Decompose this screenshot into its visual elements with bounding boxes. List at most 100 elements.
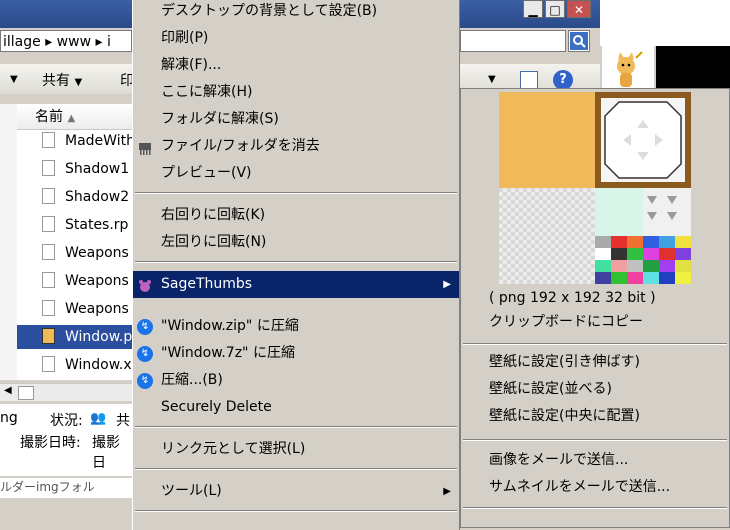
chevron-down-icon: ▼ bbox=[74, 77, 83, 88]
menu-item-label: Securely Delete bbox=[161, 399, 272, 415]
sagethumbs-item[interactable]: SageThumbs ▶ bbox=[133, 271, 459, 298]
zip-compress-icon: ↯ bbox=[137, 373, 153, 389]
zip-compress-icon: ↯ bbox=[137, 346, 153, 362]
file-name: Window.p bbox=[65, 329, 132, 345]
menu-item-label: 解凍(F)... bbox=[161, 57, 222, 73]
menu-separator bbox=[135, 192, 457, 194]
minimize-button[interactable]: ▁ bbox=[523, 0, 543, 18]
file-row[interactable]: Shadow2 bbox=[17, 185, 132, 209]
menu-item-label: ここに解凍(H) bbox=[161, 84, 253, 100]
menu-item-label: フォルダに解凍(S) bbox=[161, 111, 279, 127]
mail-thumbnail-item[interactable]: サムネイルをメールで送信... bbox=[461, 474, 729, 501]
extract-files-item[interactable]: 解凍(F)... bbox=[133, 52, 459, 79]
details-pane: ng 状況: 👥 共 撮影日時: 撮影日 bbox=[0, 404, 132, 476]
file-icon bbox=[42, 356, 55, 372]
menu-item-label: 印刷(P) bbox=[161, 30, 209, 46]
menu-item-label: "Window.7z" に圧縮 bbox=[161, 345, 295, 361]
file-icon bbox=[42, 132, 55, 148]
menu-item-label: ファイル/フォルダを消去 bbox=[161, 138, 320, 154]
preview-pane-icon[interactable] bbox=[520, 71, 538, 89]
sort-asc-icon: ▲ bbox=[67, 113, 76, 124]
help-icon[interactable]: ? bbox=[553, 70, 573, 90]
file-icon bbox=[42, 216, 55, 232]
wallpaper-tile-item[interactable]: 壁紙に設定(並べる) bbox=[461, 376, 729, 403]
views-dropdown-icon[interactable]: ▼ bbox=[488, 70, 496, 86]
rotate-clockwise-item[interactable]: 右回りに回転(K) bbox=[133, 202, 459, 229]
wallpaper-center-item[interactable]: 壁紙に設定(中央に配置) bbox=[461, 403, 729, 430]
submenu-arrow-icon: ▶ bbox=[443, 486, 451, 497]
preview-item[interactable]: プレビュー(V) bbox=[133, 160, 459, 187]
file-row[interactable]: Weapons bbox=[17, 241, 132, 265]
detail-filename-partial: ng bbox=[0, 410, 18, 426]
image-info: ( png 192 x 192 32 bit ) bbox=[489, 290, 656, 306]
file-row[interactable]: Weapons bbox=[17, 269, 132, 293]
menu-item-label: プレビュー(V) bbox=[161, 165, 252, 181]
compress-item[interactable]: 圧縮...(B) ↯ bbox=[133, 367, 459, 394]
image-thumbnail[interactable] bbox=[499, 92, 691, 284]
scroll-left-icon[interactable]: ◀ bbox=[4, 385, 12, 396]
search-button[interactable] bbox=[568, 30, 590, 52]
menu-separator bbox=[135, 510, 457, 512]
search-icon bbox=[570, 32, 588, 50]
file-row[interactable]: Shadow1 bbox=[17, 157, 132, 181]
file-icon bbox=[42, 328, 55, 344]
mail-image-item[interactable]: 画像をメールで送信... bbox=[461, 447, 729, 474]
rotate-counterclockwise-item[interactable]: 左回りに回転(N) bbox=[133, 229, 459, 256]
extract-to-folder-item[interactable]: フォルダに解凍(S) bbox=[133, 106, 459, 133]
file-row[interactable]: Weapons bbox=[17, 297, 132, 321]
file-row[interactable]: States.rp bbox=[17, 213, 132, 237]
shred-item[interactable]: ファイル/フォルダを消去 bbox=[133, 133, 459, 160]
column-header-name[interactable]: 名前 ▲ bbox=[17, 104, 132, 130]
underlying-text: ルダーimgフォル bbox=[0, 478, 132, 498]
securely-delete-item[interactable]: Securely Delete bbox=[133, 394, 459, 421]
users-icon: 👥 bbox=[90, 411, 107, 426]
search-input[interactable] bbox=[460, 30, 566, 52]
menu-item-label: "Window.zip" に圧縮 bbox=[161, 318, 299, 334]
sagethumbs-submenu: ( png 192 x 192 32 bit ) クリップボードにコピー 壁紙に… bbox=[460, 88, 730, 528]
file-row[interactable]: Window.x bbox=[17, 353, 132, 377]
select-link-source-item[interactable]: リンク元として選択(L) bbox=[133, 436, 459, 463]
file-name: Weapons bbox=[65, 273, 129, 289]
status-value: 共 bbox=[116, 413, 130, 429]
file-row[interactable]: Window.p bbox=[17, 325, 132, 349]
navigation-pane bbox=[0, 104, 18, 380]
cat-icon bbox=[617, 51, 643, 87]
submenu-arrow-icon: ▶ bbox=[443, 279, 451, 290]
close-button[interactable]: ✕ bbox=[567, 0, 591, 18]
menu-item-label: SageThumbs bbox=[161, 276, 253, 292]
file-name: Weapons bbox=[65, 301, 129, 317]
extract-here-item[interactable]: ここに解凍(H) bbox=[133, 79, 459, 106]
compress-zip-item[interactable]: "Window.zip" に圧縮 ↯ bbox=[133, 313, 459, 340]
compress-7z-item[interactable]: "Window.7z" に圧縮 ↯ bbox=[133, 340, 459, 367]
menu-item-label: 右回りに回転(K) bbox=[161, 207, 266, 223]
shredder-icon bbox=[137, 139, 153, 155]
maximize-button[interactable]: □ bbox=[545, 0, 565, 18]
file-name: Weapons bbox=[65, 245, 129, 261]
tools-item[interactable]: ツール(L) ▶ bbox=[133, 478, 459, 505]
menu-item-label: ツール(L) bbox=[161, 483, 222, 499]
address-breadcrumb[interactable]: illage ▸ www ▸ i bbox=[0, 30, 132, 52]
file-name: Window.x bbox=[65, 357, 132, 373]
menu-item-label: リンク元として選択(L) bbox=[161, 441, 306, 457]
file-row[interactable]: MadeWith bbox=[17, 129, 132, 153]
desktop-area bbox=[600, 0, 730, 46]
organize-dropdown-icon[interactable]: ▼ bbox=[10, 70, 18, 86]
submenu-separator bbox=[463, 507, 727, 509]
file-name: Shadow2 bbox=[65, 189, 130, 205]
context-menu: デスクトップの背景として設定(B) 印刷(P) 解凍(F)... ここに解凍(H) フォ… bbox=[132, 0, 460, 530]
copy-to-clipboard-item[interactable]: クリップボードにコピー bbox=[461, 309, 729, 336]
menu-item-label: 左回りに回転(N) bbox=[161, 234, 267, 250]
zip-compress-icon: ↯ bbox=[137, 319, 153, 335]
menu-item-label: デスクトップの背景として設定(B) bbox=[161, 3, 378, 19]
file-icon bbox=[42, 160, 55, 176]
set-desktop-background-item[interactable]: デスクトップの背景として設定(B) bbox=[133, 0, 459, 25]
menu-separator bbox=[135, 468, 457, 470]
file-name: States.rp bbox=[65, 217, 129, 233]
share-menu[interactable]: 共有 ▼ bbox=[42, 70, 82, 90]
print-item[interactable]: 印刷(P) bbox=[133, 25, 459, 52]
horizontal-scrollbar[interactable]: ◀ bbox=[0, 383, 132, 401]
file-icon bbox=[42, 300, 55, 316]
wallpaper-stretch-item[interactable]: 壁紙に設定(引き伸ばす) bbox=[461, 349, 729, 376]
submenu-separator bbox=[463, 439, 727, 441]
file-icon bbox=[42, 188, 55, 204]
